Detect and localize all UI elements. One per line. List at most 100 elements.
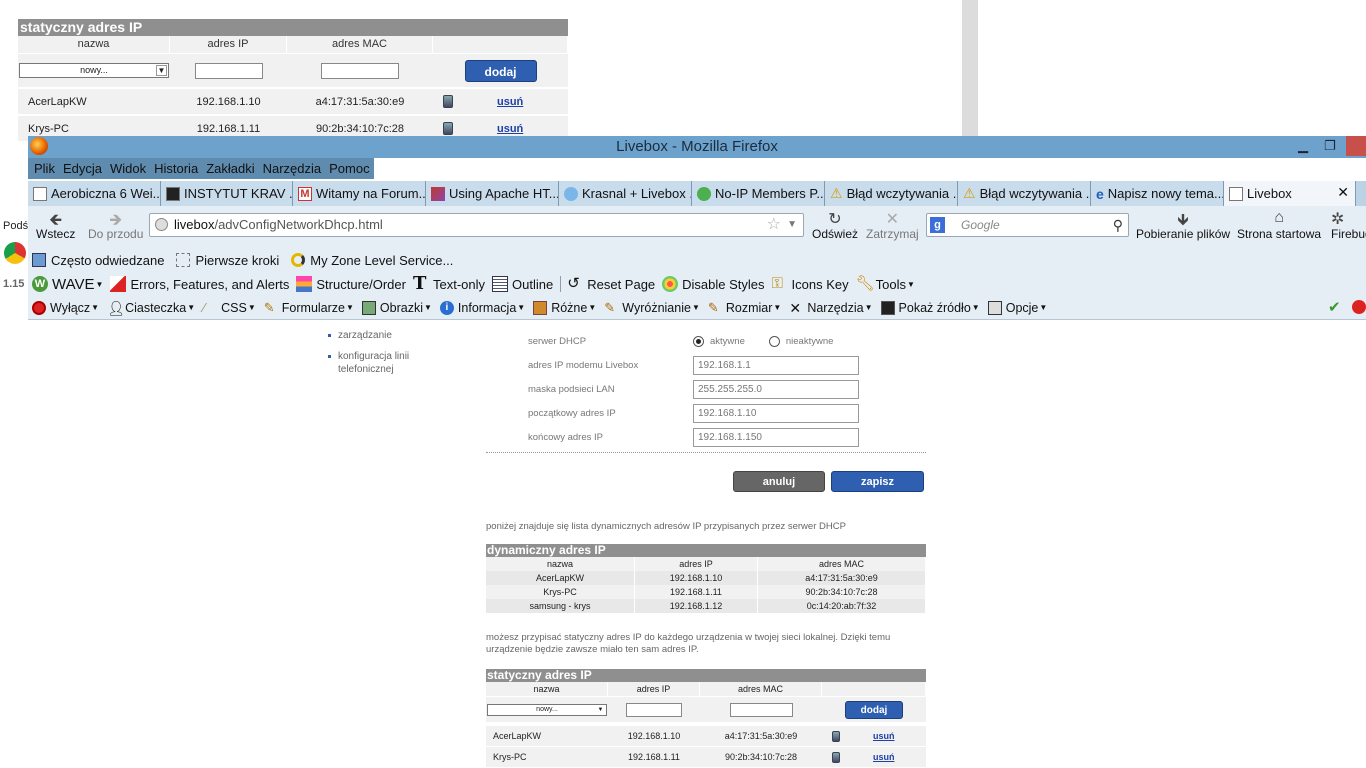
bookmark-star-icon[interactable]: ☆ [767,214,781,236]
delete-link[interactable]: usuń [497,96,523,108]
firebug-button[interactable]: ✲Firebug [1331,209,1366,241]
bookmarks-toolbar: Często odwiedzane Pierwsze kroki My Zone… [28,248,1366,272]
home-button[interactable]: ⌂ Strona startowa [1237,209,1321,241]
static-mac-input[interactable] [729,702,793,717]
reset-icon: ↺ [567,275,580,292]
start-ip-field[interactable]: 192.168.1.10 [693,403,859,423]
tab-krasnal[interactable]: Krasnal + Livebox ... [559,181,692,206]
forward-button[interactable]: 🡺 Do przodu [88,209,143,241]
feather-icon [431,186,445,201]
menu-tools[interactable]: Narzędzia [263,161,322,176]
wave-text-only[interactable]: T Text-only [412,273,485,294]
table-row: samsung - krys 192.168.1.12 0c:14:20:ab:… [486,599,926,613]
static-ip-input[interactable] [626,702,682,717]
modem-ip-field[interactable]: 192.168.1.1 [693,355,859,375]
chevron-down-icon: ▼ [588,303,597,312]
dev-options[interactable]: Opcje ▼ [987,300,1047,315]
delete-link[interactable]: usuń [497,123,523,135]
add-button[interactable]: dodaj [845,700,903,719]
tab-error-1[interactable]: ⚠ Błąd wczytywania ... [825,181,958,206]
globe-icon [155,218,168,231]
tab-napisz[interactable]: e Napisz nowy tema... [1091,181,1224,206]
menu-bookmarks[interactable]: Zakładki [206,161,254,176]
dev-misc[interactable]: Różne ▼ [533,300,597,315]
tab-error-2[interactable]: ⚠ Błąd wczytywania ... [958,181,1091,206]
wave-reset[interactable]: ↺ Reset Page [560,276,655,292]
row-ip: 192.168.1.10 [635,571,758,585]
trash-icon[interactable] [832,730,840,742]
close-window-icon[interactable] [1346,136,1366,156]
wave-outline[interactable]: Outline [492,276,553,292]
chrome-icon[interactable] [4,242,26,264]
menu-edit[interactable]: Edycja [63,161,102,176]
restore-icon[interactable]: ❐ [1324,138,1336,154]
bookmark-most-visited[interactable]: Często odwiedzane [32,253,164,268]
wave-disable-styles[interactable]: Disable Styles [662,276,765,292]
error-icon[interactable] [1352,300,1366,314]
device-select[interactable]: nowy... ▼ [487,703,607,716]
check-icon[interactable]: ✔ [1328,298,1341,316]
back-button[interactable]: 🡸 Wstecz [36,209,75,241]
background-device-select[interactable]: nowy... ▼ [19,63,169,78]
dev-forms[interactable]: ✎ Formularze ▼ [264,300,354,315]
url-bar[interactable]: livebox/advConfigNetworkDhcp.html ☆ ▼ [149,213,804,237]
menu-help[interactable]: Pomoc [329,161,369,176]
cancel-button[interactable]: anuluj [733,471,825,492]
refresh-button[interactable]: ↻ Odśwież [812,209,858,241]
background-add-button[interactable]: dodaj [464,59,537,82]
tab-forum[interactable]: M Witamy na Forum... [293,181,426,206]
delete-link[interactable]: usuń [873,731,895,741]
dev-information[interactable]: i Informacja ▼ [439,300,525,315]
chevron-down-icon[interactable]: ▼ [787,214,797,236]
tab-aerobiczna[interactable]: Aerobiczna 6 Wei... [28,181,161,206]
dhcp-active-radio[interactable] [693,335,704,347]
end-ip-field[interactable]: 192.168.1.150 [693,427,859,447]
tab-instytut[interactable]: INSTYTUT KRAV ... [161,181,293,206]
table-row: AcerLapKW 192.168.1.10 a4:17:31:5a:30:e9… [486,726,926,746]
dev-images[interactable]: Obrazki ▼ [361,300,432,315]
wave-icons-key[interactable]: ⚿ Icons Key [772,276,849,292]
stop-button[interactable]: ✕ Zatrzymaj [866,209,919,241]
nav-link-phone-line[interactable]: konfiguracja linii telefonicznej [328,350,428,376]
menu-file[interactable]: Plik [34,161,55,176]
bookmark-getting-started[interactable]: Pierwsze kroki [176,253,279,268]
dev-view-source[interactable]: Pokaż źródło ▼ [880,300,980,315]
tab-apache[interactable]: Using Apache HT... [426,181,559,206]
wave-menu[interactable]: W WAVE ▼ [32,276,103,293]
menu-view[interactable]: Widok [110,161,146,176]
dhcp-inactive-radio[interactable] [768,335,780,347]
save-button[interactable]: zapisz [831,471,924,492]
search-bar[interactable]: g Google ⚲ [926,213,1129,237]
qr-icon [166,186,180,201]
trash-icon[interactable] [443,122,453,135]
row-mac: a4:17:31:5a:30:e9 [758,571,926,585]
subnet-mask-field[interactable]: 255.255.255.0 [693,379,859,399]
dev-outline[interactable]: ✎ Wyróżnianie ▼ [604,300,700,315]
trash-icon[interactable] [443,95,453,108]
menu-history[interactable]: Historia [154,161,198,176]
downloads-button[interactable]: 🡻 Pobieranie plików [1136,209,1230,241]
nav-link-management[interactable]: zarządzanie [328,329,428,342]
search-icon[interactable]: ⚲ [1113,214,1123,236]
wave-structure[interactable]: Structure/Order [296,276,406,292]
wave-errors[interactable]: Errors, Features, and Alerts [110,276,289,292]
column-header-mac: adres MAC [700,682,822,696]
background-ip-input[interactable] [194,62,263,79]
dev-resize[interactable]: ✎ Rozmiar ▼ [708,300,781,315]
tab-noip[interactable]: No-IP Members P... [692,181,825,206]
end-ip-label: końcowy adres IP [528,431,603,443]
trash-icon[interactable] [832,751,840,763]
row-name: Krys-PC [28,122,69,135]
minimize-icon[interactable]: ▁ [1298,138,1308,154]
close-tab-icon[interactable]: ✕ [1337,184,1349,201]
text-t-icon: T [412,273,427,294]
dev-disable[interactable]: Wyłącz ▼ [32,300,99,315]
dev-tools[interactable]: ✕ Narzędzia ▼ [789,301,872,315]
tab-livebox[interactable]: Livebox ✕ [1224,181,1356,206]
dev-cookies[interactable]: 👤︎ Ciasteczka ▼ [107,301,195,315]
dev-css[interactable]: ⁄ CSS ▼ [203,300,256,315]
wave-tools[interactable]: 🔧︎ Tools ▼ [856,276,915,292]
background-mac-input[interactable] [321,62,399,79]
bookmark-my-zone[interactable]: My Zone Level Service... [291,253,453,268]
delete-link[interactable]: usuń [873,752,895,762]
